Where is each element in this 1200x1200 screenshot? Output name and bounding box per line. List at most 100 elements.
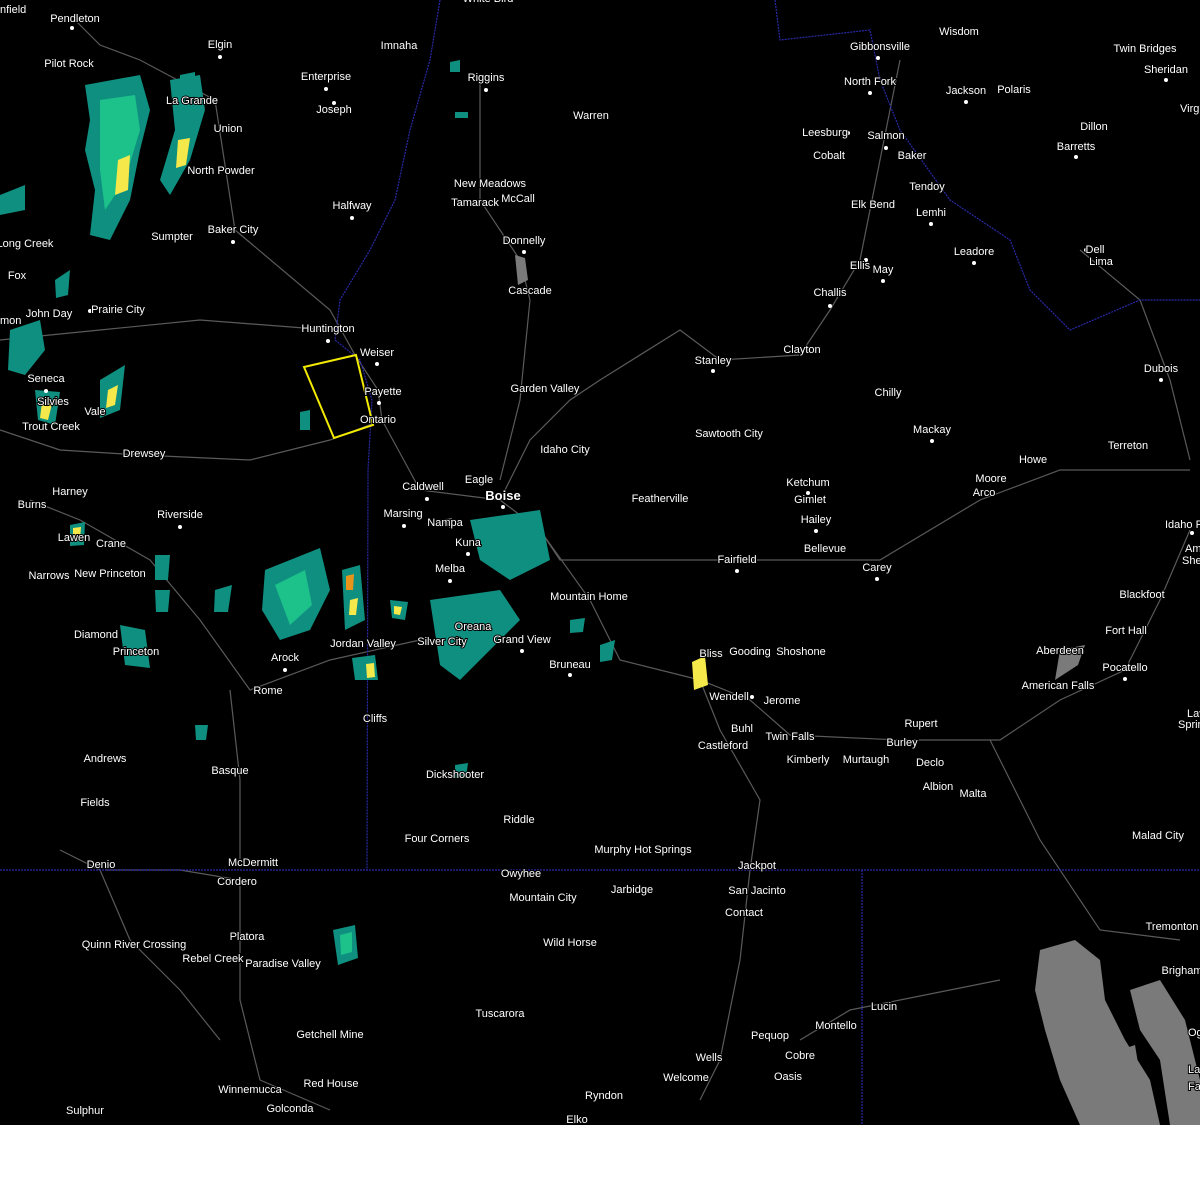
place-dot [568,673,572,677]
place-label: Marsing [383,508,422,520]
place-label: Hailey [801,514,832,526]
place-label: Getchell Mine [296,1029,363,1041]
place-dot [1164,78,1168,82]
place-label: Pocatello [1102,662,1147,674]
radar-echo [300,410,310,430]
place-label: Seneca [27,373,65,385]
place-dot [402,524,406,528]
place-label: Malad City [1132,830,1184,842]
place-label: Joseph [316,104,351,116]
radar-echo [0,185,25,215]
place-dot [876,56,880,60]
place-label: Sheridan [1144,64,1188,76]
place-label: Sawtooth City [695,428,763,440]
place-label: Gooding [729,646,771,658]
radar-echo [340,932,352,955]
road [105,869,331,1111]
place-label: North Powder [187,165,255,177]
place-label: Jarbidge [611,884,653,896]
place-label: Terreton [1108,440,1148,452]
place-dot [828,304,832,308]
radar-echo [366,663,375,678]
place-label: Brigham [1162,965,1200,977]
place-label: Declo [916,757,944,769]
radar-echo [346,574,354,590]
place-label: Wild Horse [543,937,597,949]
place-label: Fa [1188,1081,1200,1093]
place-dot [814,529,818,533]
place-label: Garden Valley [511,383,580,395]
place-label: Jordan Valley [330,638,396,650]
place-label: Narrows [29,570,70,582]
place-dot [231,240,235,244]
place-label: New Meadows [454,178,527,190]
radar-echo [180,72,195,92]
place-dot [868,91,872,95]
place-label: Silver City [417,636,467,648]
place-label: Platora [230,931,266,943]
place-label: Drewsey [123,448,166,460]
radar-echo [455,112,468,118]
road [539,469,1190,561]
place-label: Aberdeen [1036,645,1084,657]
radar-echo [155,590,170,612]
place-label: Og [1188,1027,1200,1039]
place-label: Tamarack [451,197,499,209]
place-label: Wells [696,1052,723,1064]
place-label: Elgin [208,39,232,51]
place-dot [70,26,74,30]
place-label: Caldwell [402,481,444,493]
place-label: Dell [1086,244,1105,256]
place-label: Jackpot [738,860,776,872]
place-label: Sumpter [151,231,193,243]
place-label: Idaho City [540,444,590,456]
place-label: Fort Hall [1105,625,1147,637]
place-label: Lima [1089,256,1114,268]
place-label: Welcome [663,1072,709,1084]
place-label: Melba [435,563,466,575]
place-label: Mountain Home [550,591,628,603]
place-label: Stanley [695,355,732,367]
place-dot [972,261,976,265]
place-label: Leadore [954,246,994,258]
place-dot [929,222,933,226]
radar-map[interactable]: nfield Pendleton White Bird Wisdom Gibbonsvi… [0,0,1200,1125]
place-label: Ketchum [786,477,829,489]
place-label: Warren [573,110,609,122]
place-dot [884,146,888,150]
page: nfield Pendleton White Bird Wisdom Gibbonsvi… [0,0,1200,1200]
place-dot [218,55,222,59]
place-dot [484,88,488,92]
place-label: Ryndon [585,1090,623,1102]
place-label: Riddle [503,814,534,826]
place-label: Castleford [698,740,748,752]
place-label: Boise [485,488,520,503]
place-label: Bliss [699,648,723,660]
place-label: Pilot Rock [44,58,94,70]
place-label: Fairfield [717,554,756,566]
place-label: Moore [975,473,1006,485]
place-label: Tendoy [909,181,945,193]
place-dot [735,569,739,573]
place-label: Am [1185,543,1200,555]
place-dot [522,250,526,254]
radar-echo [8,320,45,375]
place-dot [964,100,968,104]
place-label: Diamond [74,629,118,641]
place-label: Cordero [217,876,257,888]
place-label: Trout Creek [22,421,80,433]
place-label: Lemhi [916,207,946,219]
place-label: Cobre [785,1050,815,1062]
place-label: Pequop [751,1030,789,1042]
place-label: Salmon [867,130,904,142]
place-dot [750,695,754,699]
place-dot [283,668,287,672]
place-label: Denio [87,859,116,871]
radar-echoes [0,60,708,965]
place-label: Cascade [508,285,551,297]
place-dot [350,216,354,220]
radar-echo [195,725,208,740]
place-label: Rome [253,685,282,697]
radar-echo [470,510,550,580]
place-dot [448,579,452,583]
